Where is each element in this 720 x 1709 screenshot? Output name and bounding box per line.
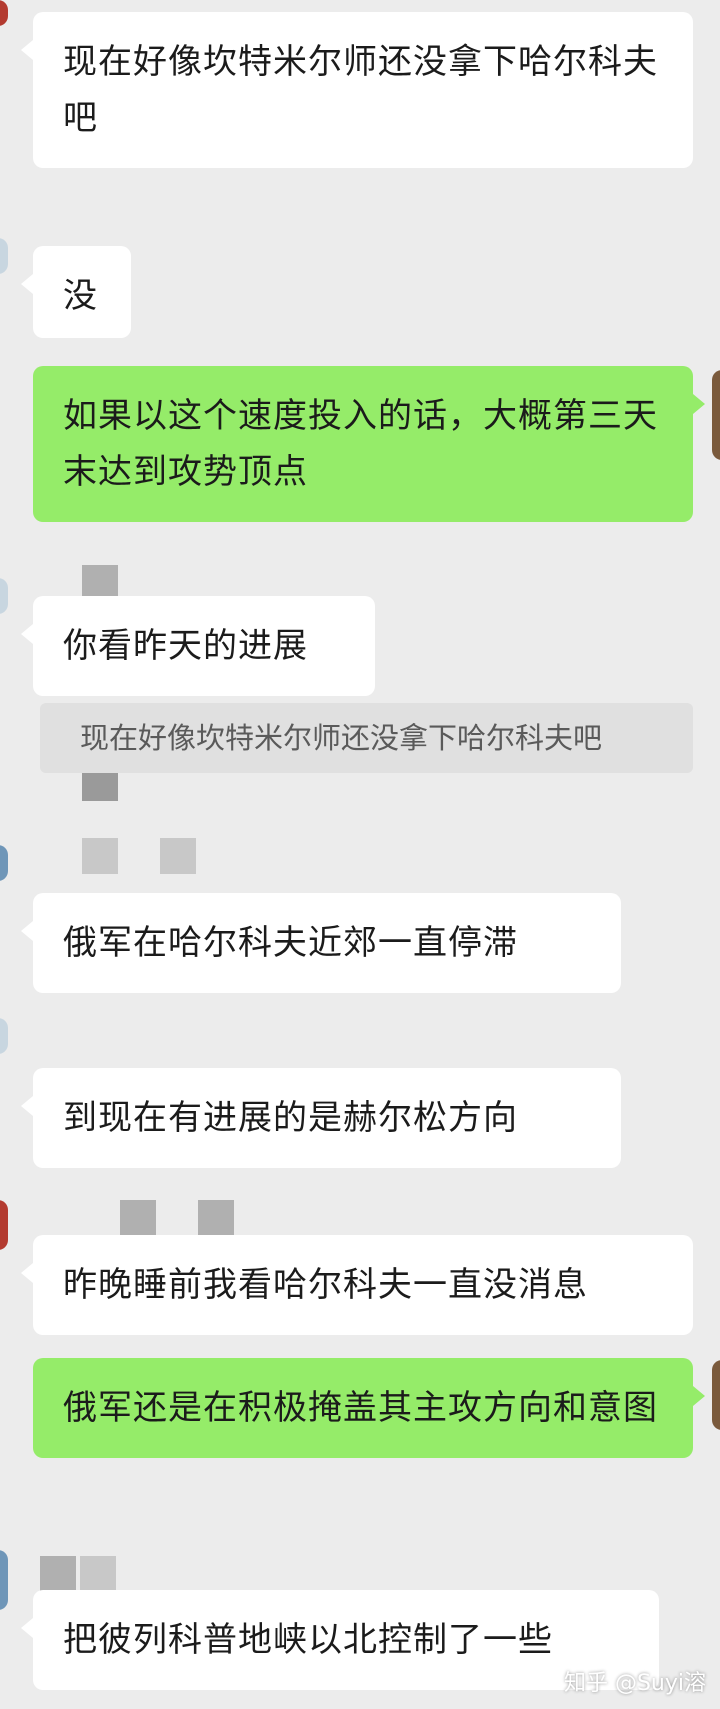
sender-avatar[interactable]: [0, 1200, 8, 1250]
message-text: 俄军在哈尔科夫近郊一直停滞: [63, 923, 518, 963]
watermark: 知乎 @Suyi溶: [563, 1671, 706, 1696]
sender-name-redacted: [82, 838, 118, 874]
sender-avatar[interactable]: [0, 845, 8, 881]
message-text: 把彼列科普地峡以北控制了一些: [63, 1620, 553, 1660]
sender-name-redacted: [120, 1200, 156, 1236]
message-text: 没: [63, 276, 98, 316]
sender-name-redacted: [198, 1200, 234, 1236]
my-avatar[interactable]: [712, 370, 720, 460]
message-text: 现在好像坎特米尔师还没拿下哈尔科夫吧: [63, 42, 658, 138]
message-text: 你看昨天的进展: [63, 626, 308, 666]
message-bubble-incoming[interactable]: 俄军在哈尔科夫近郊一直停滞: [21, 893, 621, 993]
message-bubble-incoming[interactable]: 你看昨天的进展: [21, 596, 375, 696]
message-text: 俄军还是在积极掩盖其主攻方向和意图: [63, 1388, 658, 1428]
chat-window[interactable]: 现在好像坎特米尔师还没拿下哈尔科夫吧 没 如果以这个速度投入的话，大概第三天末达…: [0, 0, 720, 1709]
message-bubble-outgoing[interactable]: 如果以这个速度投入的话，大概第三天末达到攻势顶点: [33, 366, 705, 522]
sender-avatar[interactable]: [0, 0, 8, 26]
message-text: 如果以这个速度投入的话，大概第三天末达到攻势顶点: [63, 396, 658, 492]
sender-avatar[interactable]: [0, 578, 8, 614]
message-bubble-incoming[interactable]: 到现在有进展的是赫尔松方向: [21, 1068, 621, 1168]
sender-name-redacted: [80, 1556, 116, 1592]
message-bubble-incoming[interactable]: 没: [21, 246, 131, 338]
sender-name-redacted: [160, 838, 196, 874]
sender-avatar[interactable]: [0, 238, 8, 274]
my-avatar[interactable]: [712, 1360, 720, 1430]
quoted-message[interactable]: 现在好像坎特米尔师还没拿下哈尔科夫吧: [40, 703, 693, 773]
message-bubble-incoming[interactable]: 现在好像坎特米尔师还没拿下哈尔科夫吧: [21, 12, 693, 168]
sender-name-redacted: [40, 1556, 76, 1592]
message-text: 到现在有进展的是赫尔松方向: [63, 1098, 518, 1138]
sender-avatar[interactable]: [0, 1550, 8, 1610]
message-bubble-outgoing[interactable]: 俄军还是在积极掩盖其主攻方向和意图: [33, 1358, 705, 1458]
message-bubble-incoming[interactable]: 昨晚睡前我看哈尔科夫一直没消息: [21, 1235, 693, 1335]
sender-avatar[interactable]: [0, 1018, 8, 1054]
message-text: 昨晚睡前我看哈尔科夫一直没消息: [63, 1265, 588, 1305]
quoted-text: 现在好像坎特米尔师还没拿下哈尔科夫吧: [80, 721, 603, 755]
